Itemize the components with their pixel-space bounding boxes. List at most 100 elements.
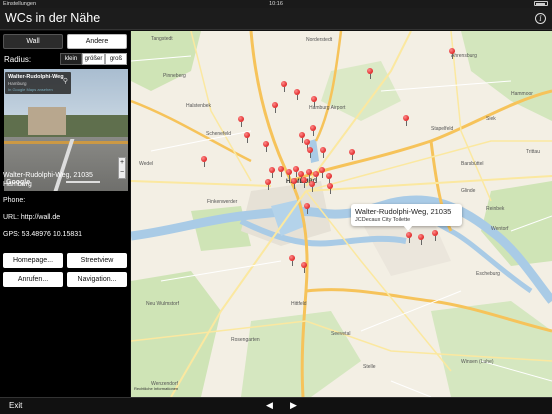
toilet-pin[interactable]: [263, 141, 269, 152]
zoom-in-icon[interactable]: +: [119, 158, 125, 168]
toilet-pin[interactable]: [449, 48, 455, 59]
location-pin-icon: ⚲: [62, 78, 68, 85]
toilet-pin[interactable]: [289, 255, 295, 266]
clock: 10:16: [269, 1, 283, 7]
toilet-pin[interactable]: [403, 115, 409, 126]
toilet-pin[interactable]: [272, 102, 278, 113]
gps-label: GPS: 53.48976 10.15831: [3, 231, 83, 238]
map-label: Finkenwerder: [207, 199, 238, 205]
streetview-info-overlay: Walter-Rudolphi-Weg Hamburg In Google Ma…: [5, 72, 71, 94]
url-label: URL: http://wall.de: [3, 214, 61, 221]
segment-wall[interactable]: Wall: [3, 34, 63, 49]
map-label: Schenefeld: [206, 131, 232, 137]
toilet-pin[interactable]: [309, 181, 315, 192]
toilet-pin[interactable]: [326, 173, 332, 184]
toilet-pin[interactable]: [299, 132, 305, 143]
streetview-button[interactable]: Streetview: [67, 253, 127, 268]
toilet-pin[interactable]: [320, 147, 326, 158]
map-callout[interactable]: Walter-Rudolphi-Weg, 21035 JCDecaux City…: [351, 204, 462, 231]
toilet-pin[interactable]: [304, 139, 310, 150]
detail-panel: Wall Andere Radius: klein größer groß Wa…: [0, 31, 130, 397]
call-button[interactable]: Anrufen...: [3, 272, 63, 287]
toilet-pin[interactable]: [201, 156, 207, 167]
zoom-out-icon[interactable]: −: [119, 168, 125, 178]
map-highway: [131, 99, 252, 163]
map-label: Tangstedt: [151, 36, 173, 42]
toilet-pin[interactable]: [291, 178, 297, 189]
toilet-pin[interactable]: [301, 262, 307, 273]
previous-arrow-icon[interactable]: ◀: [266, 400, 273, 411]
bottom-toolbar: Exit ◀ ▶: [0, 397, 552, 414]
map-label: Barsbüttel: [461, 161, 484, 167]
streetview-building: [28, 107, 66, 135]
map-label: Ahrensburg: [451, 53, 477, 59]
toilet-pin[interactable]: [304, 203, 310, 214]
toilet-pin[interactable]: [238, 116, 244, 127]
homepage-button[interactable]: Homepage...: [3, 253, 63, 268]
address-line-1: Walter-Rudolphi-Weg, 21035: [3, 172, 93, 179]
streetview-slider[interactable]: [66, 181, 100, 183]
toilet-pin[interactable]: [406, 232, 412, 243]
segment-andere[interactable]: Andere: [67, 34, 127, 49]
toilet-pin[interactable]: [286, 169, 292, 180]
status-bar: Einstellungen 10:16: [0, 0, 552, 8]
map-label: Escheburg: [476, 271, 500, 277]
map-label: Reinbek: [486, 206, 505, 212]
streetview-street-name: Walter-Rudolphi-Weg: [8, 74, 64, 80]
map-legal-link[interactable]: Rechtliche Informationen: [134, 386, 178, 391]
map-label: Stapelfeld: [431, 126, 454, 132]
toilet-pin[interactable]: [278, 166, 284, 177]
map-label: Trittau: [526, 149, 540, 155]
toilet-pin[interactable]: [306, 169, 312, 180]
toilet-pin[interactable]: [349, 149, 355, 160]
exit-button[interactable]: Exit: [9, 401, 22, 410]
toilet-pin[interactable]: [313, 171, 319, 182]
map-label: Halstenbek: [186, 103, 212, 109]
toilet-pin[interactable]: [310, 125, 316, 136]
next-arrow-icon[interactable]: ▶: [290, 400, 297, 411]
navigation-bar: WCs in der Nähe i: [0, 8, 552, 30]
toilet-pin[interactable]: [432, 230, 438, 241]
map-label: Norderstedt: [306, 37, 333, 43]
address-line-2: Hamburg: [3, 181, 32, 188]
toilet-pin[interactable]: [367, 68, 373, 79]
map-label: Pinneberg: [163, 73, 186, 79]
toilet-pin[interactable]: [301, 177, 307, 188]
battery-icon: [534, 1, 548, 6]
radius-large[interactable]: groß: [105, 53, 127, 65]
streetview-city: Hamburg: [8, 81, 27, 86]
streetview-barrier: [4, 141, 128, 144]
toilet-pin[interactable]: [269, 167, 275, 178]
map-label: Hammoor: [511, 91, 533, 97]
map-road: [131, 180, 272, 187]
map-label: Wedel: [139, 161, 154, 167]
map-label: Hittfeld: [291, 301, 307, 307]
page-title: WCs in der Nähe: [5, 11, 101, 25]
map-label: Stelle: [363, 364, 376, 370]
map-label: Neu Wulmstorf: [146, 301, 179, 307]
toilet-pin[interactable]: [307, 147, 313, 158]
toilet-pin[interactable]: [327, 183, 333, 194]
toilet-pin[interactable]: [281, 81, 287, 92]
toilet-pin[interactable]: [294, 89, 300, 100]
open-in-maps-link[interactable]: In Google Maps ansehen: [8, 87, 53, 92]
callout-tail: [403, 225, 413, 231]
callout-title: Walter-Rudolphi-Weg, 21035: [355, 207, 452, 216]
map-canvas: [131, 31, 552, 397]
toilet-pin[interactable]: [311, 96, 317, 107]
streetview-trees: [4, 115, 128, 137]
callout-subtitle: JCDecaux City Toilette: [355, 217, 411, 223]
radius-small[interactable]: klein: [60, 53, 82, 65]
map-label: Winsen (Luhe): [461, 359, 494, 365]
streetview-zoom-control[interactable]: + −: [118, 157, 126, 179]
map-view[interactable]: Tangstedt Norderstedt Ahrensburg Pinnebe…: [131, 31, 552, 397]
toilet-pin[interactable]: [244, 132, 250, 143]
map-label: Siek: [486, 116, 496, 122]
toilet-pin[interactable]: [265, 179, 271, 190]
toilet-pin[interactable]: [418, 234, 424, 245]
map-label: Seevetal: [331, 331, 351, 337]
info-icon[interactable]: i: [535, 13, 546, 24]
radius-larger[interactable]: größer: [82, 53, 105, 65]
toilet-pin[interactable]: [319, 167, 325, 178]
navigation-button[interactable]: Navigation...: [67, 272, 127, 287]
